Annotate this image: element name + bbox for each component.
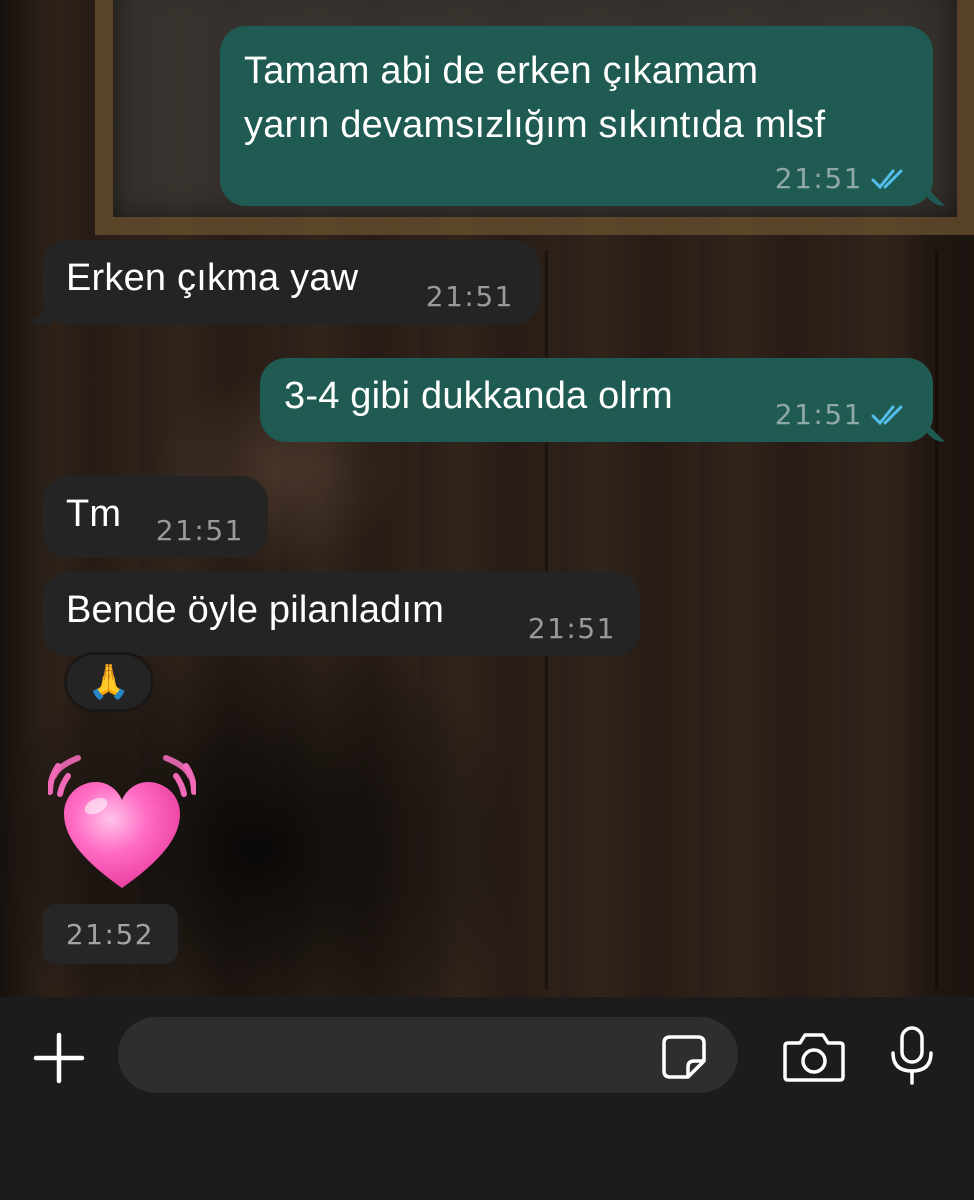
beating-heart-sticker[interactable] <box>47 752 197 892</box>
message-text: 3-4 gibi dukkanda olrm <box>284 375 673 417</box>
read-ticks-icon <box>871 405 903 426</box>
message-text: Tm <box>66 493 122 535</box>
message-meta: 21:51 <box>528 614 616 644</box>
message-input[interactable] <box>118 1017 738 1093</box>
message-composer <box>0 997 974 1200</box>
beating-heart-icon <box>47 755 197 888</box>
message-time: 21:51 <box>527 612 616 645</box>
message-text-line-2: yarın devamsızlığım sıkıntıda mlsf <box>244 104 826 146</box>
message-text: Bende öyle pilanladım <box>66 589 445 631</box>
incoming-message[interactable]: Tm 21:51 <box>42 476 268 558</box>
message-time: 21:51 <box>155 514 244 547</box>
read-ticks-icon <box>871 169 903 190</box>
outgoing-message[interactable]: Tamam abi de erken çıkamam yarın devamsı… <box>220 26 945 206</box>
outgoing-message[interactable]: 3-4 gibi dukkanda olrm 21:51 <box>260 358 945 442</box>
sticker-icon[interactable] <box>660 1033 708 1081</box>
plus-icon[interactable] <box>30 1029 88 1087</box>
wallpaper-panel-line <box>935 250 938 990</box>
message-meta: 21:51 <box>156 516 244 546</box>
message-time: 21:51 <box>774 398 863 431</box>
message-text-line-1: Tamam abi de erken çıkamam <box>244 50 759 92</box>
message-meta: 21:51 <box>426 282 514 312</box>
message-text: Erken çıkma yaw <box>66 257 359 299</box>
microphone-icon[interactable] <box>888 1025 936 1087</box>
folded-hands-emoji: 🙏 <box>87 663 131 701</box>
message-reaction[interactable]: 🙏 <box>64 652 154 712</box>
sticker-time: 21:52 <box>42 904 178 964</box>
incoming-message[interactable]: Erken çıkma yaw 21:51 <box>30 240 540 324</box>
message-time: 21:51 <box>425 280 514 313</box>
incoming-message[interactable]: Bende öyle pilanladım 21:51 <box>42 572 640 656</box>
camera-icon[interactable] <box>782 1031 846 1083</box>
message-meta: 21:51 <box>775 400 911 430</box>
message-meta: 21:51 <box>775 164 911 194</box>
message-time: 21:51 <box>774 162 863 195</box>
